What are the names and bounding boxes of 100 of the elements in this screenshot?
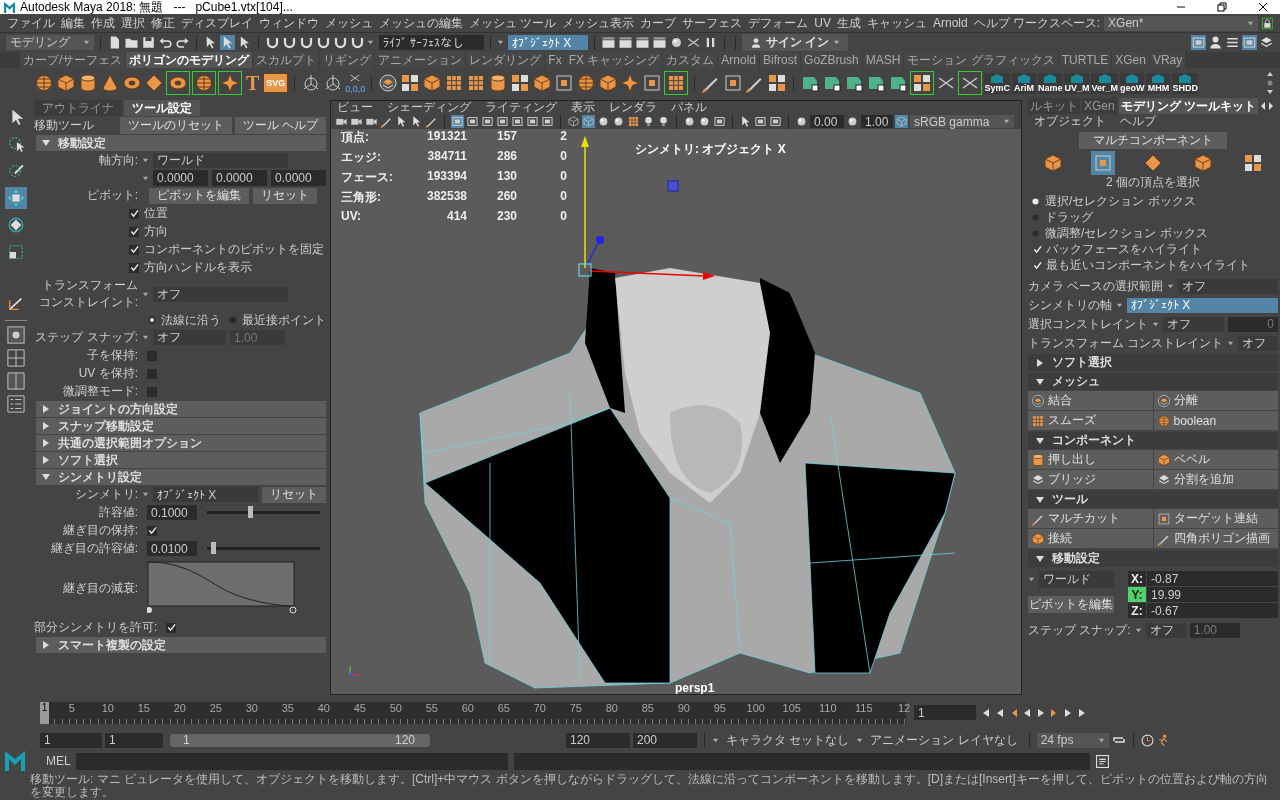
lock-icon[interactable] — [1262, 15, 1273, 31]
dropdown-field[interactable]: オフ — [153, 286, 288, 302]
tool-button[interactable]: ツールのリセット — [119, 116, 232, 134]
number-field[interactable]: 0.0000 — [212, 170, 267, 186]
checkbox[interactable] — [166, 622, 177, 633]
shelf-script-button[interactable]: geoW — [1119, 72, 1145, 94]
pivot-button[interactable]: ピボットを編集 — [1028, 596, 1114, 613]
cone-icon[interactable] — [100, 73, 120, 93]
caret-icon[interactable] — [1097, 736, 1105, 744]
tool-button[interactable]: 結合 — [1028, 391, 1153, 410]
clock-icon[interactable] — [1140, 733, 1154, 747]
tool-button[interactable]: 接続 — [1028, 529, 1153, 548]
menu-item[interactable]: メッシュ表示 — [559, 14, 638, 32]
menu-item[interactable]: カーブ — [637, 14, 680, 32]
dropdown-field[interactable]: オフ — [1163, 316, 1224, 332]
caret-icon[interactable] — [1227, 339, 1235, 347]
menu-item[interactable]: ヘルプ — [1120, 113, 1156, 130]
ball-icon[interactable] — [669, 35, 684, 50]
tiles-icon[interactable] — [767, 73, 788, 93]
section-header[interactable]: ソフト選択 — [36, 452, 326, 468]
panel-tab[interactable]: ルキット — [1028, 98, 1080, 114]
panel-tab[interactable]: アウトライナ — [34, 100, 122, 116]
shelf-tab[interactable]: FX キャッシング — [565, 52, 663, 68]
cursor-icon[interactable] — [410, 115, 423, 128]
tool-button[interactable]: ベベル — [1153, 450, 1278, 469]
menu-item[interactable]: 修正 — [148, 14, 178, 32]
restore-icon[interactable] — [1217, 2, 1227, 12]
checkbox[interactable] — [1032, 244, 1042, 254]
checkbox[interactable] — [147, 525, 157, 536]
shelf-script-button[interactable]: Ver_M — [1091, 72, 1118, 94]
shelf-tab[interactable]: ポリゴンのモデリング — [126, 52, 253, 68]
tool-button[interactable]: ツール ヘルプ — [234, 116, 326, 134]
caret-icon[interactable] — [1247, 19, 1255, 27]
script-language-label[interactable]: MEL — [46, 754, 70, 768]
tool-button[interactable]: スムーズ — [1028, 411, 1153, 430]
caret-icon[interactable] — [83, 39, 90, 46]
current-frame-marker[interactable]: 1 — [40, 701, 49, 724]
scroll-arrows-icon[interactable] — [1266, 70, 1274, 96]
stack-icon[interactable] — [1259, 35, 1274, 50]
number-field[interactable]: 0.1000 — [147, 505, 197, 520]
layers-icon[interactable] — [378, 73, 399, 93]
clapper-icon[interactable] — [618, 35, 633, 50]
dropdown-field[interactable]: ｵﾌﾞｼﾞｪｸﾄ X — [1127, 297, 1278, 313]
section-header[interactable]: スマート複製の設定 — [36, 637, 326, 653]
cylinder-icon[interactable] — [78, 73, 98, 93]
pivot-button[interactable]: リセット — [253, 187, 317, 204]
caret-icon[interactable] — [1116, 301, 1123, 309]
number-field[interactable]: 0.0000 — [153, 170, 208, 186]
checkbox[interactable] — [129, 244, 139, 255]
radio-button[interactable] — [1032, 197, 1039, 205]
loop-icon[interactable] — [1111, 734, 1126, 746]
section-header[interactable]: 共通の選択範囲オプション — [36, 435, 326, 451]
star-icon[interactable] — [220, 73, 240, 93]
tool-button[interactable]: 分離 — [1153, 391, 1278, 410]
person-icon[interactable] — [1208, 35, 1223, 50]
tiles-icon[interactable] — [510, 73, 531, 93]
caret-icon[interactable] — [856, 736, 864, 744]
menu-item[interactable]: 選択 — [118, 14, 148, 32]
shelf-script-button[interactable]: UV_M — [1064, 72, 1090, 94]
shelf-tab[interactable]: MASH — [862, 52, 904, 68]
mode-dropdown[interactable]: モデリング — [6, 35, 94, 50]
tiles-icon[interactable] — [912, 73, 933, 93]
radio-button[interactable] — [229, 316, 237, 324]
shelf-tab[interactable]: アニメーション — [375, 52, 466, 68]
number-field[interactable]: -0.67 — [1147, 603, 1278, 618]
menu-item[interactable]: ファイル — [4, 14, 58, 32]
falloff-curve-graph[interactable] — [147, 561, 297, 615]
menu-item[interactable]: サーフェス — [679, 14, 746, 32]
number-field[interactable]: 0.0100 — [147, 541, 197, 556]
script-editor-icon[interactable] — [1096, 754, 1109, 768]
cube-icon[interactable] — [56, 73, 76, 93]
checkbox[interactable] — [1032, 260, 1042, 270]
section-header[interactable]: ソフト選択 — [1028, 354, 1278, 371]
shelf-tab[interactable]: Arnold — [718, 52, 760, 68]
checkbox[interactable] — [147, 386, 157, 397]
grid-icon[interactable] — [666, 73, 687, 93]
shelf-tab[interactable]: カーブ/サーフェス — [20, 52, 126, 68]
radio-button[interactable] — [148, 316, 157, 324]
workspace-dropdown[interactable]: XGen* — [1104, 15, 1259, 31]
section-header[interactable]: スナップ移動設定 — [36, 418, 326, 434]
torus-icon[interactable] — [122, 73, 142, 93]
caret-icon[interactable] — [1152, 320, 1159, 328]
coordinate-button[interactable]: 0,0,0 — [345, 72, 366, 94]
panel-tab[interactable]: XGen — [1082, 98, 1117, 114]
playback-start-field[interactable]: 1 — [105, 732, 163, 748]
frame-icon[interactable] — [554, 73, 575, 93]
menu-item[interactable]: メッシュ — [322, 14, 376, 32]
running-figure-icon[interactable] — [1156, 733, 1170, 747]
exposure-field[interactable]: 0.00 — [810, 115, 844, 128]
panel-menu-item[interactable]: パネル — [671, 101, 707, 116]
caret-icon[interactable] — [1003, 118, 1010, 125]
menu-item[interactable]: 編集 — [58, 14, 88, 32]
section-header[interactable]: ジョイントの方向設定 — [36, 401, 326, 417]
menu-item[interactable]: キャッシュ — [864, 14, 930, 32]
caret-icon[interactable] — [1134, 626, 1142, 634]
panel-menu-item[interactable]: シェーディング — [387, 101, 471, 116]
shelf-script-button[interactable]: Name — [1037, 72, 1063, 94]
shelf-script-button[interactable]: AriM — [1011, 72, 1036, 94]
shelf-tab[interactable]: TURTLE — [1058, 52, 1112, 68]
pen-icon[interactable] — [425, 115, 438, 128]
